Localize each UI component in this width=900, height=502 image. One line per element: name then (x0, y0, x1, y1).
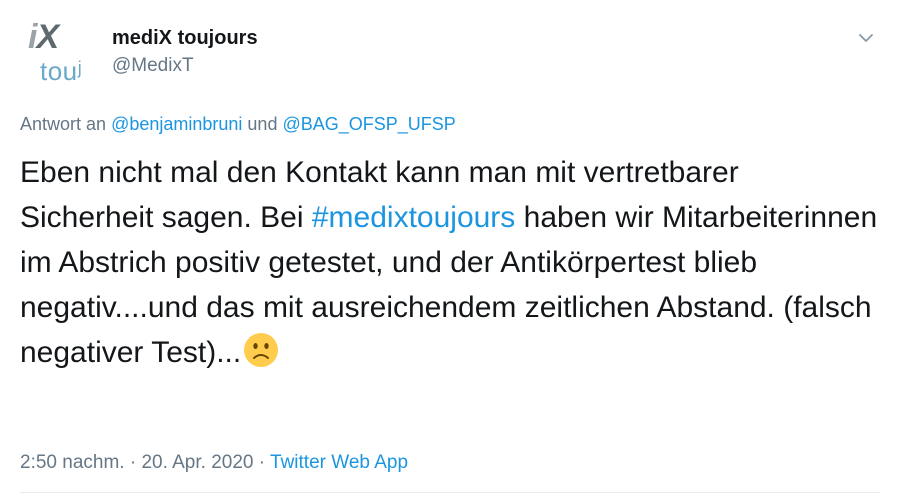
reply-prefix: Antwort an (20, 114, 107, 134)
meta-separator-1: · (129, 452, 137, 473)
meta-separator-2: · (258, 452, 266, 473)
avatar-logo-mark: iX (28, 18, 59, 56)
divider (20, 492, 880, 493)
hashtag-link[interactable]: #medixtoujours (312, 201, 515, 234)
reply-conjunction: und (247, 114, 278, 134)
author-handle[interactable]: @MedixT (112, 54, 258, 78)
chevron-down-icon[interactable] (856, 28, 876, 48)
reply-context: Antwort an @benjaminbruni und @BAG_OFSP_… (20, 114, 456, 135)
tweet-meta: 2:50 nachm. · 20. Apr. 2020 · Twitter We… (20, 452, 408, 474)
tweet-source-link[interactable]: Twitter Web App (270, 452, 408, 473)
tweet-time-link[interactable]: 2:50 nachm. (20, 452, 125, 473)
avatar-logo-text: touʲ (40, 56, 83, 86)
reply-mention-bag[interactable]: @BAG_OFSP_UFSP (282, 114, 455, 134)
tweet-card: iX touʲ mediX toujours @MedixT Antwort a… (0, 0, 900, 502)
avatar[interactable]: iX touʲ (24, 14, 96, 86)
tweet-date-link[interactable]: 20. Apr. 2020 (141, 452, 253, 473)
tweet-text: Eben nicht mal den Kontakt kann man mit … (20, 150, 880, 375)
reply-mention-benjaminbruni[interactable]: @benjaminbruni (111, 114, 242, 134)
tweet-header: iX touʲ mediX toujours @MedixT (20, 14, 880, 86)
author-display-name[interactable]: mediX toujours (112, 26, 258, 50)
author-names[interactable]: mediX toujours @MedixT (112, 26, 258, 78)
tweet-time: 2:50 nachm. (20, 452, 125, 473)
tweet-date: 20. Apr. 2020 (141, 452, 254, 473)
slightly-frowning-face-icon (244, 333, 279, 367)
